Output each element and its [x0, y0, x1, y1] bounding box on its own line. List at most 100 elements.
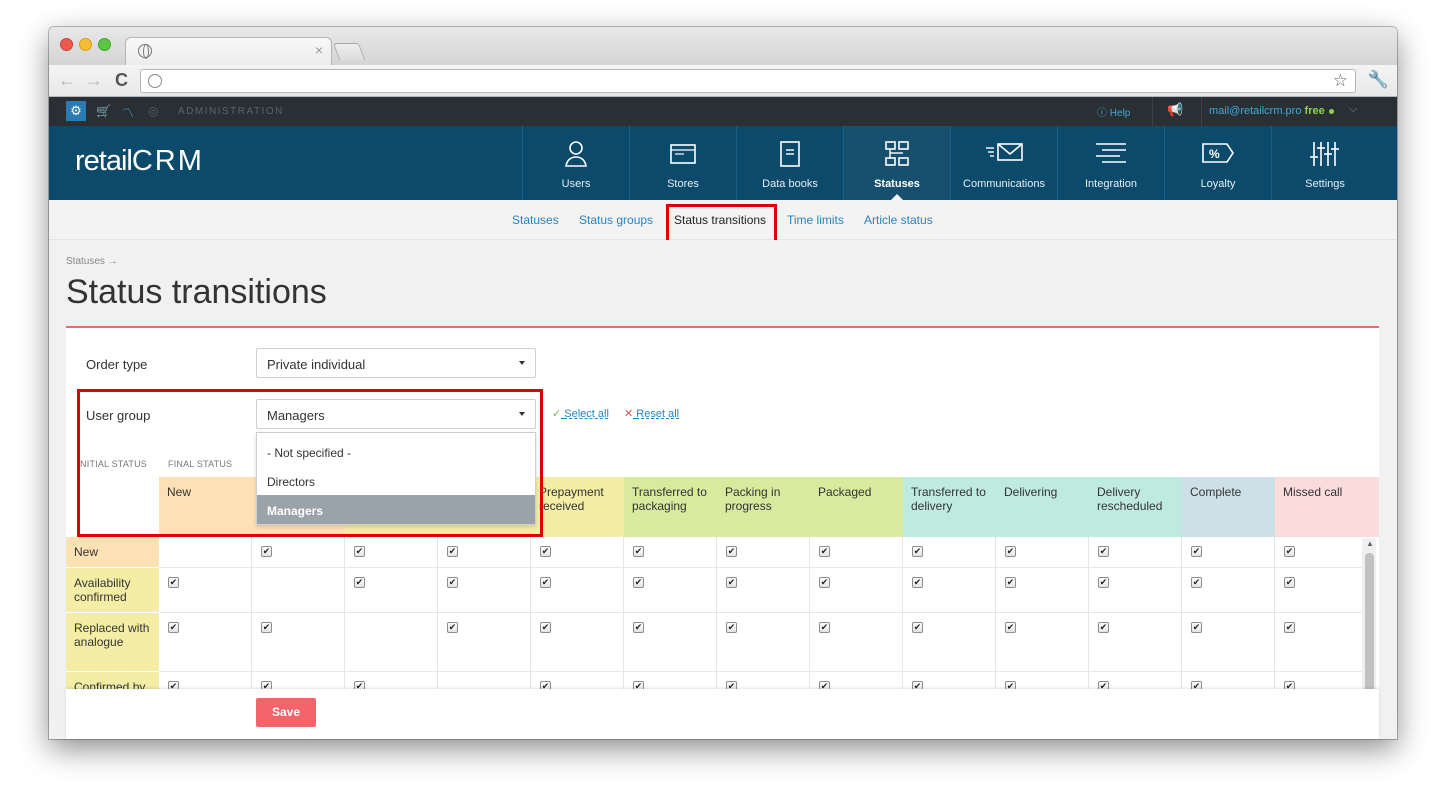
transition-checkbox[interactable]: ✔ — [261, 622, 272, 633]
transition-checkbox[interactable]: ✔ — [540, 546, 551, 557]
transition-checkbox[interactable]: ✔ — [1098, 577, 1109, 588]
minimize-window-button[interactable] — [79, 38, 92, 51]
transition-checkbox[interactable]: ✔ — [447, 622, 458, 633]
nav-settings[interactable]: Settings — [1271, 126, 1378, 200]
table-cell: ✔ — [717, 537, 810, 568]
order-type-value: Private individual — [267, 357, 366, 372]
option-managers[interactable]: Managers — [257, 495, 535, 524]
transition-checkbox[interactable]: ✔ — [633, 577, 644, 588]
megaphone-icon[interactable]: 📢 — [1167, 102, 1183, 118]
order-type-select[interactable]: Private individual — [256, 348, 536, 378]
retailcrm-logo[interactable]: retailCRM — [75, 145, 204, 178]
transition-checkbox[interactable]: ✔ — [168, 622, 179, 633]
table-cell: ✔ — [903, 537, 996, 568]
transition-checkbox[interactable]: ✔ — [447, 577, 458, 588]
scroll-up-arrow-icon[interactable]: ▲ — [1366, 539, 1374, 548]
transition-checkbox[interactable]: ✔ — [1005, 622, 1016, 633]
nav-users[interactable]: Users — [522, 126, 629, 200]
nav-label: Data books — [762, 178, 818, 190]
matrix-corner — [66, 477, 159, 537]
transition-checkbox[interactable]: ✔ — [1191, 622, 1202, 633]
breadcrumb[interactable]: Statuses → — [66, 256, 118, 267]
divider — [1152, 97, 1153, 126]
nav-loyalty[interactable]: % Loyalty — [1164, 126, 1271, 200]
reload-icon[interactable]: C — [115, 70, 128, 90]
transition-checkbox[interactable]: ✔ — [1284, 577, 1295, 588]
nav-statuses[interactable]: Statuses — [843, 126, 950, 200]
analytics-icon[interactable]: 〽 — [122, 104, 134, 121]
transition-checkbox[interactable]: ✔ — [819, 577, 830, 588]
transition-checkbox[interactable]: ✔ — [726, 622, 737, 633]
select-all-link[interactable]: ✓ Select all — [552, 407, 609, 420]
maximize-window-button[interactable] — [98, 38, 111, 51]
gear-icon[interactable]: ⚙ — [66, 101, 86, 121]
subnav-time-limits[interactable]: Time limits — [787, 213, 844, 227]
subnav-statuses[interactable]: Statuses — [512, 213, 559, 227]
chevron-down-icon[interactable]: ⌵ — [1349, 103, 1357, 116]
forward-arrow-icon[interactable]: → — [85, 70, 103, 90]
transition-checkbox[interactable]: ✔ — [1005, 546, 1016, 557]
save-button[interactable]: Save — [256, 698, 316, 727]
column-header: Packaged — [810, 477, 903, 537]
transition-checkbox[interactable]: ✔ — [912, 622, 923, 633]
browser-titlebar: × — [49, 27, 1397, 65]
subnav-status-transitions[interactable]: Status transitions — [674, 213, 766, 227]
table-cell: ✔ — [1275, 568, 1368, 613]
column-header: Delivering — [996, 477, 1089, 537]
browser-tab[interactable]: × — [125, 37, 332, 65]
table-cell: ✔ — [996, 613, 1089, 672]
envelope-icon — [986, 143, 1023, 161]
subnav-article-status[interactable]: Article status — [864, 213, 933, 227]
nav-stores[interactable]: Stores — [629, 126, 736, 200]
transition-checkbox[interactable]: ✔ — [726, 577, 737, 588]
admin-bar: ⚙ 🛒 〽 ◎ ADMINISTRATION ⓘ Help 📢 mail@ret… — [49, 97, 1397, 126]
target-icon[interactable]: ◎ — [148, 104, 158, 118]
user-group-select[interactable]: Managers — [256, 399, 536, 429]
nav-data-books[interactable]: Data books — [736, 126, 843, 200]
table-cell: ✔ — [810, 568, 903, 613]
transition-checkbox[interactable]: ✔ — [1098, 622, 1109, 633]
new-tab-button[interactable] — [332, 43, 366, 60]
account-menu[interactable]: mail@retailcrm.pro free — [1209, 105, 1334, 117]
option-not-specified[interactable]: - Not specified - — [257, 437, 535, 466]
help-link[interactable]: ⓘ Help — [1097, 104, 1130, 119]
bookmark-star-icon[interactable]: ☆ — [1333, 71, 1348, 91]
transition-checkbox[interactable]: ✔ — [819, 622, 830, 633]
transition-checkbox[interactable]: ✔ — [912, 546, 923, 557]
transition-checkbox[interactable]: ✔ — [912, 577, 923, 588]
transition-checkbox[interactable]: ✔ — [540, 577, 551, 588]
transition-checkbox[interactable]: ✔ — [633, 622, 644, 633]
transition-checkbox[interactable]: ✔ — [447, 546, 458, 557]
transition-checkbox[interactable]: ✔ — [1191, 577, 1202, 588]
table-cell: ✔ — [345, 537, 438, 568]
transition-checkbox[interactable]: ✔ — [540, 622, 551, 633]
table-cell: ✔ — [624, 537, 717, 568]
nav-communications[interactable]: Communications — [950, 126, 1057, 200]
nav-integration[interactable]: Integration — [1057, 126, 1164, 200]
close-window-button[interactable] — [60, 38, 73, 51]
transition-checkbox[interactable]: ✔ — [354, 546, 365, 557]
transition-checkbox[interactable]: ✔ — [1284, 622, 1295, 633]
tab-close-icon[interactable]: × — [315, 42, 323, 58]
address-bar[interactable]: ☆ — [140, 69, 1356, 93]
wrench-icon[interactable]: 🔧 — [1368, 70, 1389, 90]
subnav-status-groups[interactable]: Status groups — [579, 213, 653, 227]
transition-checkbox[interactable]: ✔ — [168, 577, 179, 588]
transition-checkbox[interactable]: ✔ — [1098, 546, 1109, 557]
back-arrow-icon[interactable]: ← — [58, 70, 76, 90]
reset-all-link[interactable]: ✕ Reset all — [624, 407, 679, 420]
transition-checkbox[interactable]: ✔ — [1005, 577, 1016, 588]
nav-label: Loyalty — [1200, 178, 1236, 190]
transition-checkbox[interactable]: ✔ — [819, 546, 830, 557]
transition-checkbox[interactable]: ✔ — [633, 546, 644, 557]
help-icon: ⓘ — [1097, 108, 1107, 119]
cart-icon[interactable]: 🛒 — [96, 104, 111, 118]
column-header: Delivery rescheduled — [1089, 477, 1182, 537]
option-directors[interactable]: Directors — [257, 466, 535, 495]
transition-checkbox[interactable]: ✔ — [726, 546, 737, 557]
transition-checkbox[interactable]: ✔ — [1191, 546, 1202, 557]
transition-checkbox[interactable]: ✔ — [1284, 546, 1295, 557]
transition-checkbox[interactable]: ✔ — [354, 577, 365, 588]
transition-checkbox[interactable]: ✔ — [261, 546, 272, 557]
table-cell: ✔ — [345, 568, 438, 613]
